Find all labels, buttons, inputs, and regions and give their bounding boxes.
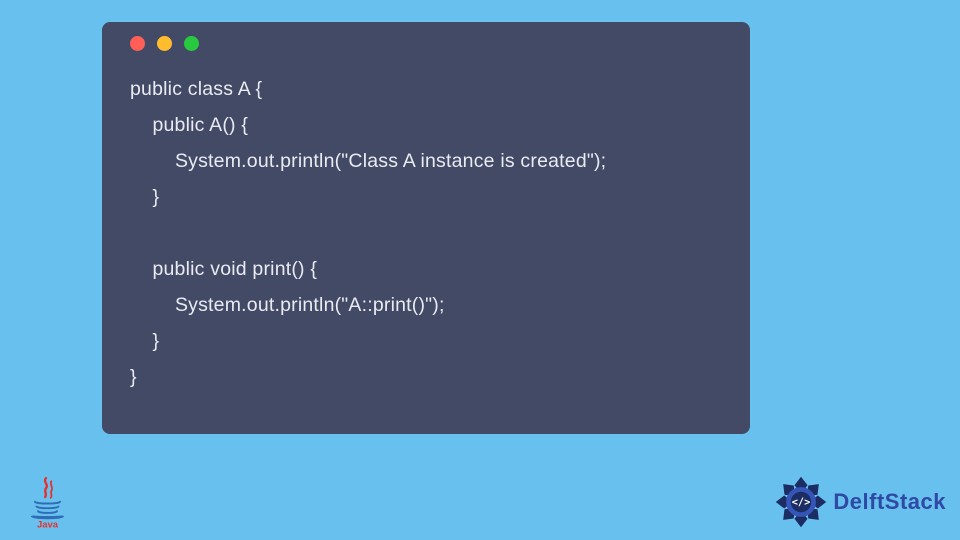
window-controls — [130, 36, 728, 51]
delftstack-label: DelftStack — [833, 489, 946, 515]
delftstack-badge-icon: </> — [773, 474, 829, 530]
code-window: public class A { public A() { System.out… — [102, 22, 750, 434]
code-block: public class A { public A() { System.out… — [124, 71, 728, 395]
maximize-icon[interactable] — [184, 36, 199, 51]
java-logo-icon: Java — [20, 475, 75, 530]
svg-text:</>: </> — [792, 497, 811, 509]
close-icon[interactable] — [130, 36, 145, 51]
delftstack-logo: </> DelftStack — [773, 474, 946, 530]
svg-text:Java: Java — [37, 519, 59, 530]
minimize-icon[interactable] — [157, 36, 172, 51]
